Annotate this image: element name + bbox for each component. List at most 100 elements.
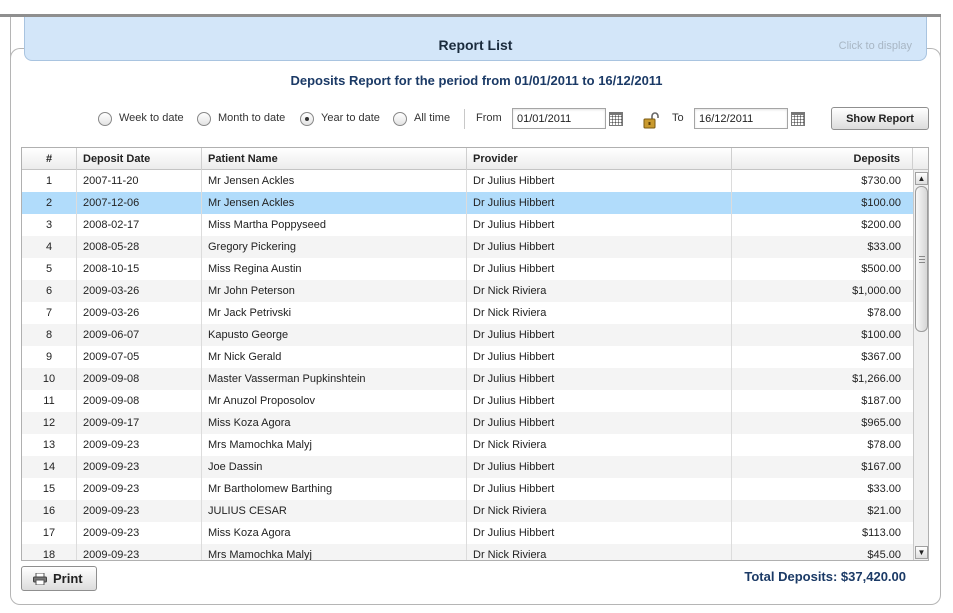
column-header-number[interactable]: # <box>22 148 77 170</box>
cell-patient-name: Mr Bartholomew Barthing <box>202 478 467 500</box>
cell-deposits: $100.00 <box>861 329 901 341</box>
table-row[interactable]: 6 2009-03-26 Mr John Peterson Dr Nick Rivie… <box>22 280 913 302</box>
column-header-deposit-date[interactable]: Deposit Date <box>77 148 202 170</box>
filter-bar: Week to date Month to date Year to date … <box>0 107 953 131</box>
scrollbar-thumb[interactable] <box>915 186 928 332</box>
cell-patient-name: Mrs Mamochka Malyj <box>202 434 467 456</box>
cell-number: 10 <box>22 368 77 390</box>
cell-deposit-date: 2008-10-15 <box>77 258 202 280</box>
cell-provider: Dr Nick Riviera <box>467 434 732 456</box>
radio-week-to-date[interactable] <box>98 112 112 126</box>
to-date-input[interactable] <box>694 108 788 129</box>
cell-provider: Dr Julius Hibbert <box>467 236 732 258</box>
cell-provider: Dr Julius Hibbert <box>467 192 732 214</box>
cell-deposits: $45.00 <box>867 549 901 561</box>
cell-deposit-date: 2009-09-23 <box>77 478 202 500</box>
scroll-down-arrow-icon[interactable]: ▼ <box>915 546 928 559</box>
table-row[interactable]: 9 2009-07-05 Mr Nick Gerald Dr Julius Hibbe… <box>22 346 913 368</box>
table-row[interactable]: 13 2009-09-23 Mrs Mamochka Malyj Dr Nick Ri… <box>22 434 913 456</box>
report-title: Deposits Report for the period from 01/0… <box>290 73 663 88</box>
cell-provider: Dr Julius Hibbert <box>467 324 732 346</box>
cell-deposits: $33.00 <box>867 483 901 495</box>
cell-deposits: $730.00 <box>861 175 901 187</box>
table-row[interactable]: 8 2009-06-07 Kapusto George Dr Julius Hibbe… <box>22 324 913 346</box>
vertical-scrollbar[interactable]: ▲ ▼ <box>913 170 928 560</box>
cell-deposits: $113.00 <box>862 527 901 539</box>
cell-deposit-date: 2009-09-23 <box>77 456 202 478</box>
cell-patient-name: Gregory Pickering <box>202 236 467 258</box>
cell-deposits: $1,000.00 <box>852 285 901 297</box>
radio-label-all-time[interactable]: All time <box>414 112 450 124</box>
scroll-up-arrow-icon[interactable]: ▲ <box>915 172 928 185</box>
radio-label-year-to-date[interactable]: Year to date <box>321 112 380 124</box>
cell-provider: Dr Julius Hibbert <box>467 390 732 412</box>
cell-provider: Dr Nick Riviera <box>467 544 732 560</box>
cell-deposit-date: 2009-09-08 <box>77 368 202 390</box>
table-row[interactable]: 15 2009-09-23 Mr Bartholomew Barthing Dr Ju… <box>22 478 913 500</box>
cell-patient-name: Mr Jensen Ackles <box>202 192 467 214</box>
cell-deposit-date: 2007-11-20 <box>77 170 202 192</box>
radio-month-to-date[interactable] <box>197 112 211 126</box>
cell-patient-name: Miss Martha Poppyseed <box>202 214 467 236</box>
table-row[interactable]: 17 2009-09-23 Miss Koza Agora Dr Julius Hib… <box>22 522 913 544</box>
show-report-button[interactable]: Show Report <box>831 107 929 130</box>
cell-number: 3 <box>22 214 77 236</box>
cell-deposit-date: 2007-12-06 <box>77 192 202 214</box>
table-row[interactable]: 14 2009-09-23 Joe Dassin Dr Julius Hibbert $… <box>22 456 913 478</box>
cell-patient-name: Mrs Mamochka Malyj <box>202 544 467 560</box>
cell-patient-name: Master Vasserman Pupkinshtein <box>202 368 467 390</box>
from-date-input[interactable] <box>512 108 606 129</box>
radio-year-to-date[interactable] <box>300 112 314 126</box>
to-label: To <box>672 112 684 124</box>
table-row[interactable]: 10 2009-09-08 Master Vasserman Pupkinshtei… <box>22 368 913 390</box>
table-row[interactable]: 16 2009-09-23 JULIUS CESAR Dr Nick Riviera $… <box>22 500 913 522</box>
cell-deposits: $1,266.00 <box>852 373 901 385</box>
print-button[interactable]: Print <box>21 566 97 591</box>
cell-provider: Dr Nick Riviera <box>467 302 732 324</box>
cell-deposits: $167.00 <box>861 461 901 473</box>
table-row[interactable]: 18 2009-09-23 Mrs Mamochka Malyj Dr Nick Ri… <box>22 544 913 561</box>
table-row[interactable]: 3 2008-02-17 Miss Martha Poppyseed Dr Juliu… <box>22 214 913 236</box>
radio-label-week-to-date[interactable]: Week to date <box>119 112 184 124</box>
cell-patient-name: Mr Jensen Ackles <box>202 170 467 192</box>
cell-number: 9 <box>22 346 77 368</box>
cell-patient-name: JULIUS CESAR <box>202 500 467 522</box>
calendar-icon[interactable] <box>609 112 623 126</box>
panel-title: Report List <box>438 37 513 53</box>
cell-patient-name: Miss Koza Agora <box>202 412 467 434</box>
cell-deposit-date: 2009-09-08 <box>77 390 202 412</box>
cell-deposit-date: 2008-02-17 <box>77 214 202 236</box>
table-row[interactable]: 11 2009-09-08 Mr Anuzol Proposolov Dr Juliu… <box>22 390 913 412</box>
table-row[interactable]: 2 2007-12-06 Mr Jensen Ackles Dr Julius Hib… <box>22 192 913 214</box>
cell-provider: Dr Nick Riviera <box>467 280 732 302</box>
cell-provider: Dr Julius Hibbert <box>467 412 732 434</box>
column-header-patient-name[interactable]: Patient Name <box>202 148 467 170</box>
cell-deposit-date: 2009-09-23 <box>77 434 202 456</box>
printer-icon <box>33 573 47 585</box>
lock-icon[interactable] <box>642 111 662 129</box>
table-row[interactable]: 4 2008-05-28 Gregory Pickering Dr Julius Hi… <box>22 236 913 258</box>
cell-provider: Dr Nick Riviera <box>467 500 732 522</box>
cell-number: 4 <box>22 236 77 258</box>
calendar-icon[interactable] <box>791 112 805 126</box>
report-list-header[interactable]: Report List Click to display <box>24 17 927 61</box>
table-row[interactable]: 7 2009-03-26 Mr Jack Petrivski Dr Nick Rivi… <box>22 302 913 324</box>
column-header-deposits[interactable]: Deposits <box>732 148 913 170</box>
total-deposits: Total Deposits: $37,420.00 <box>744 569 906 584</box>
cell-deposits: $33.00 <box>867 241 901 253</box>
radio-label-month-to-date[interactable]: Month to date <box>218 112 285 124</box>
cell-deposits: $21.00 <box>867 505 901 517</box>
column-header-provider[interactable]: Provider <box>467 148 732 170</box>
radio-all-time[interactable] <box>393 112 407 126</box>
scroll-grip-icon <box>919 255 925 263</box>
table-row[interactable]: 12 2009-09-17 Miss Koza Agora Dr Julius Hib… <box>22 412 913 434</box>
table-header: # Deposit Date Patient Name Provider Dep… <box>22 148 928 170</box>
table-row[interactable]: 1 2007-11-20 Mr Jensen Ackles Dr Julius Hib… <box>22 170 913 192</box>
table-row[interactable]: 5 2008-10-15 Miss Regina Austin Dr Julius H… <box>22 258 913 280</box>
cell-deposit-date: 2009-06-07 <box>77 324 202 346</box>
cell-deposits: $500.00 <box>861 263 901 275</box>
cell-deposit-date: 2009-09-17 <box>77 412 202 434</box>
cell-deposits: $367.00 <box>861 351 901 363</box>
cell-deposits: $100.00 <box>861 197 901 209</box>
cell-number: 6 <box>22 280 77 302</box>
